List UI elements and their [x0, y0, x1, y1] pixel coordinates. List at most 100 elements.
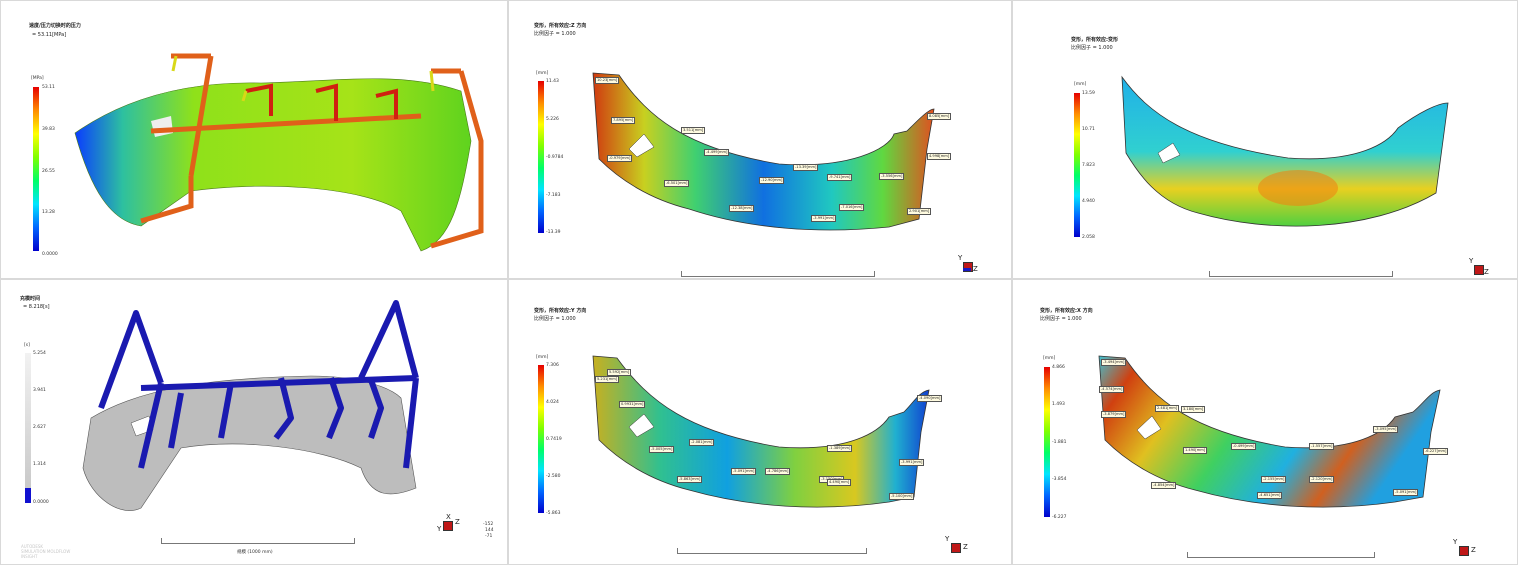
panel-deflection-y[interactable]: 变形，所有效应:Y 方向 比例因子 = 1.000 [mm] 7.306 4.0…	[508, 279, 1012, 565]
legend-tick: 53.11	[42, 85, 55, 90]
legend-tick: 0.7419	[546, 437, 562, 442]
value-callout: -12.38[mm]	[729, 205, 755, 212]
bumper-model-fill[interactable]	[61, 298, 441, 528]
bumper-model-pressure[interactable]	[61, 41, 501, 271]
legend-tick: 11.43	[546, 79, 559, 84]
legend-tick: -2.580	[546, 474, 561, 479]
result-scale: 比例因子 = 1.000	[534, 316, 576, 322]
result-title: 变形，所有效应:Y 方向	[534, 308, 587, 314]
view-triad[interactable]: Y Z	[1468, 257, 1490, 278]
result-scale: 比例因子 = 1.000	[1040, 316, 1082, 322]
value-callout: 2.901[mm]	[907, 208, 932, 215]
value-callout: -4.786[mm]	[765, 468, 791, 475]
value-callout: -4.651[mm]	[1257, 492, 1283, 499]
watermark-logo: AUTODESK SIMULATION MOLDFLOW INSIGHT	[21, 544, 71, 559]
value-callout: 3.511[mm]	[681, 127, 706, 134]
legend-tick: 4.866	[1052, 365, 1065, 370]
panel-deflection-x[interactable]: 变形，所有效应:X 方向 比例因子 = 1.000 [mm] 4.866 1.4…	[1012, 279, 1518, 565]
legend-tick: 1.493	[1052, 402, 1065, 407]
legend-tick: 39.83	[42, 127, 55, 132]
value-callout: -0.979[mm]	[607, 155, 633, 162]
legend-tick: -0.9784	[546, 155, 564, 160]
legend-tick: 0.0000	[42, 252, 58, 257]
legend-unit: [mm]	[536, 355, 549, 360]
scale-bar	[681, 271, 875, 277]
legend-tick: -13.39	[546, 230, 561, 235]
legend-tick: 4.940	[1082, 199, 1095, 204]
value-callout: -13.39[mm]	[793, 164, 819, 171]
triad-y-label: Y	[1453, 538, 1458, 546]
triad-axis-icon	[963, 268, 971, 271]
legend-tick: -3.854	[1052, 477, 1067, 482]
result-value: = 53.11[MPa]	[32, 32, 67, 38]
legend-unit: [mm]	[536, 71, 549, 76]
panel-pressure-result[interactable]: 速度/压力切换时的压力 = 53.11[MPa] [MPa] 53.11 39.…	[0, 0, 508, 279]
view-triad[interactable]: Y Z	[957, 254, 979, 276]
triad-z-label: Z	[455, 518, 460, 526]
value-callout: -5.100[mm]	[889, 493, 915, 500]
legend-tick: 5.254	[33, 351, 46, 356]
bumper-model-y[interactable]	[589, 352, 959, 512]
color-legend-bar	[538, 365, 544, 513]
value-callout: -3.991[mm]	[811, 215, 837, 222]
legend-tick: -6.227	[1052, 515, 1067, 520]
bumper-model-z[interactable]	[589, 69, 959, 234]
legend-tick: 0.0000	[33, 500, 49, 505]
view-triad[interactable]: Y Z	[1453, 538, 1477, 562]
legend-tick: 13.28	[42, 210, 55, 215]
triad-y-label: Y	[437, 525, 442, 533]
color-legend-bar	[1044, 367, 1050, 517]
triad-z-label: Z	[1471, 546, 1476, 554]
result-title: 变形，所有效应:变形	[1071, 37, 1119, 43]
camera-coord: 144	[485, 528, 494, 533]
bumper-model-all[interactable]	[1118, 73, 1453, 233]
scale-bar	[161, 538, 355, 544]
value-callout: -6.501[mm]	[664, 180, 690, 187]
result-title: 充模时间	[20, 296, 41, 302]
value-callout: -5.091[mm]	[1393, 489, 1419, 496]
value-callout: 8.085[mm]	[927, 113, 952, 120]
scale-bar	[677, 548, 867, 554]
scale-bar	[1187, 552, 1375, 558]
scale-bar	[1209, 271, 1393, 277]
triad-z-label: Z	[963, 543, 968, 551]
value-callout: 10.23[mm]	[595, 77, 620, 84]
triad-z-label: Z	[1484, 268, 1489, 276]
camera-coord: -71	[485, 534, 493, 539]
legend-tick: 4.024	[546, 400, 559, 405]
value-callout: -3.556[mm]	[879, 173, 905, 180]
legend-tick: 13.59	[1082, 91, 1095, 96]
value-callout: -0.499[mm]	[1231, 443, 1257, 450]
value-callout: 5.231[mm]	[595, 376, 620, 383]
value-callout: 3.180[mm]	[1181, 406, 1206, 413]
triad-y-label: Y	[1469, 257, 1474, 265]
value-callout: -2.081[mm]	[689, 439, 715, 446]
legend-unit: [mm]	[1043, 356, 1056, 361]
legend-tick: 2.627	[33, 425, 46, 430]
view-triad[interactable]: X Y Z	[437, 513, 461, 537]
color-legend-bar	[33, 87, 39, 251]
result-value: = 8.218[s]	[23, 304, 50, 310]
panel-fill-time[interactable]: 充模时间 = 8.218[s] [s] 5.254 3.941 2.627 1.…	[0, 279, 508, 565]
result-title: 变形，所有效应:Z 方向	[534, 23, 587, 29]
value-callout: -7.016[mm]	[839, 204, 865, 211]
triad-y-label: Y	[958, 254, 963, 262]
value-callout: -3.879[mm]	[1101, 411, 1127, 418]
value-callout: 4.998[mm]	[927, 153, 952, 160]
result-title: 速度/压力切换时的压力	[29, 23, 81, 29]
panel-deflection-z[interactable]: 变形，所有效应:Z 方向 比例因子 = 1.000 [mm] 11.43 5.2…	[508, 0, 1012, 279]
result-title: 变形，所有效应:X 方向	[1040, 308, 1093, 314]
legend-tick: 5.226	[546, 117, 559, 122]
legend-tick: 3.941	[33, 388, 46, 393]
value-callout: -4.090[mm]	[917, 395, 943, 402]
panel-deflection-all[interactable]: 变形，所有效应:变形 比例因子 = 1.000 [mm] 13.59 10.71…	[1012, 0, 1518, 279]
value-callout: -4.499[mm]	[704, 149, 730, 156]
result-scale: 比例因子 = 1.000	[1071, 45, 1113, 51]
triad-z-label: Z	[973, 265, 978, 273]
value-callout: -1.389[mm]	[827, 445, 853, 452]
value-callout: -1.557[mm]	[1309, 443, 1335, 450]
value-callout: 1.490[mm]	[1183, 447, 1208, 454]
view-triad[interactable]: Y Z	[945, 535, 969, 559]
legend-unit: [mm]	[1074, 82, 1087, 87]
legend-tick: 2.058	[1082, 235, 1095, 240]
